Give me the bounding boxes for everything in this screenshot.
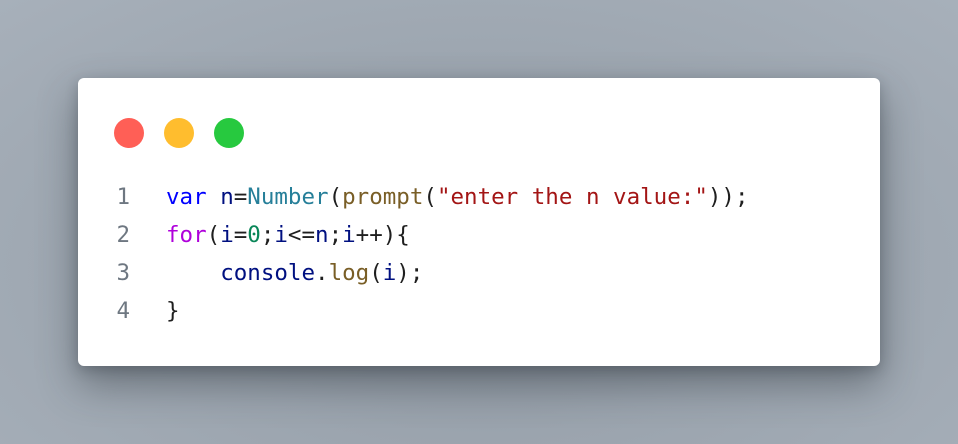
code-line: 2 for(i=0;i<=n;i++){: [78, 216, 880, 254]
code-token: n: [315, 222, 329, 248]
code-token: }: [166, 298, 180, 324]
code-token: log: [328, 260, 370, 286]
code-token: i: [220, 222, 234, 248]
line-source: for(i=0;i<=n;i++){: [130, 216, 410, 254]
code-token: prompt: [342, 184, 424, 210]
line-source: var n=Number(prompt("enter the n value:"…: [130, 178, 749, 216]
code-token: );: [396, 260, 424, 286]
code-token: console: [220, 260, 316, 286]
code-token: ;: [260, 222, 275, 248]
code-token: <=: [287, 222, 316, 248]
code-token: (: [328, 184, 343, 210]
code-token: =: [233, 222, 248, 248]
code-token: i: [342, 222, 356, 248]
maximize-dot-icon[interactable]: [214, 118, 244, 148]
code-token: for: [166, 222, 207, 248]
line-source: }: [130, 292, 180, 330]
code-window: 1 var n=Number(prompt("enter the n value:…: [78, 78, 880, 366]
code-line: 1 var n=Number(prompt("enter the n value:…: [78, 178, 880, 216]
line-source: console.log(i);: [130, 254, 423, 292]
code-token: n: [220, 184, 234, 210]
code-token: "enter the n value:": [436, 184, 708, 210]
line-number: 3: [116, 260, 130, 286]
code-token: =: [233, 184, 248, 210]
code-line: 4}: [78, 292, 880, 330]
code-token: Number: [247, 184, 329, 210]
close-dot-icon[interactable]: [114, 118, 144, 148]
code-token: (: [423, 184, 437, 210]
code-block: 1 var n=Number(prompt("enter the n value:…: [78, 178, 880, 330]
code-token: 0: [247, 222, 261, 248]
code-token: ++){: [355, 222, 410, 248]
code-line: 3 console.log(i);: [78, 254, 880, 292]
code-token: var: [166, 184, 207, 210]
code-token: (: [206, 222, 221, 248]
code-token: ;: [328, 222, 343, 248]
line-number: 2: [116, 222, 130, 248]
line-number: 4: [116, 298, 130, 324]
code-token: i: [274, 222, 288, 248]
minimize-dot-icon[interactable]: [164, 118, 194, 148]
code-token: .: [315, 260, 329, 286]
window-controls: [114, 118, 244, 148]
line-number: 1: [116, 184, 130, 210]
code-token: (: [369, 260, 383, 286]
code-token: i: [382, 260, 397, 286]
code-token: ));: [707, 184, 749, 210]
